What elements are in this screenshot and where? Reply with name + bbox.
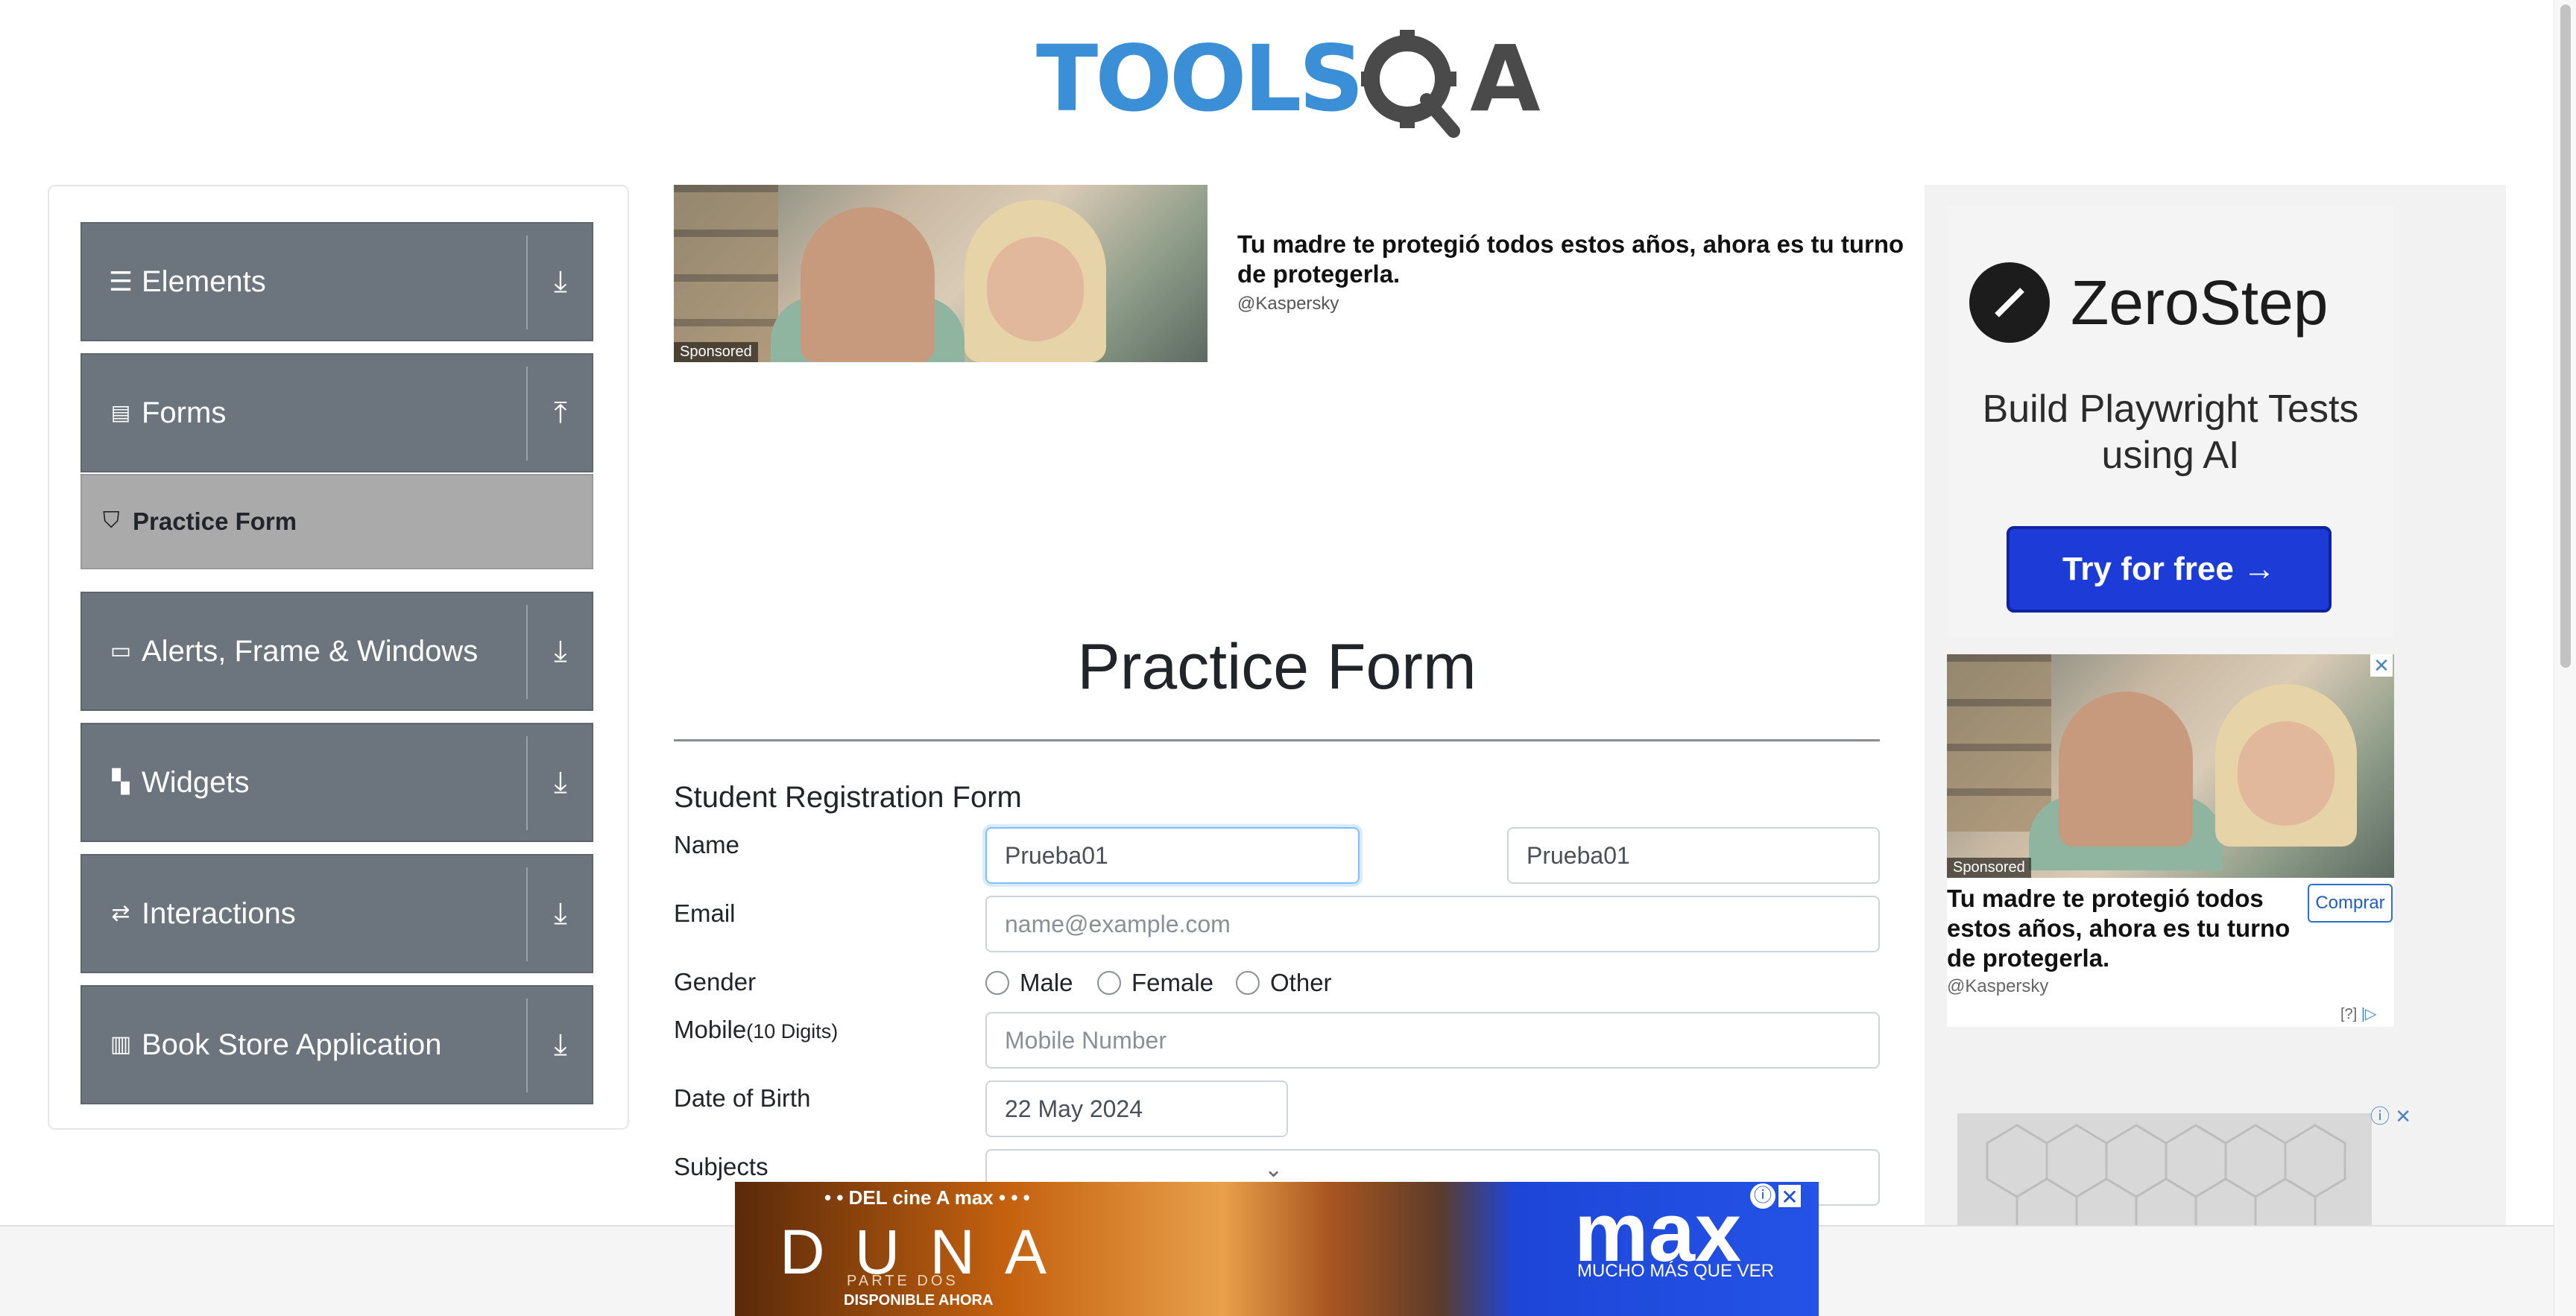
sidebar-item-label: Practice Form [133,507,297,535]
sidebar-group-alerts[interactable]: ▭ Alerts, Frame & Windows ⤓ [80,592,593,711]
download-arrow-icon[interactable]: ⤓ [538,258,583,306]
zerostep-tagline: Build Playwright Tests using AI [1982,387,2359,477]
radio-label: Female [1131,969,1214,996]
adchoices-icon: |▷ [2361,1006,2377,1022]
sidebar-group-label: Interactions [142,897,296,930]
subjects-label: Subjects [674,1153,768,1180]
document-icon: ▤ [110,401,131,424]
comprar-button[interactable]: Comprar [2308,884,2393,923]
name-label: Name [674,831,740,858]
window-icon: ▭ [110,639,132,663]
sidebar-group-forms[interactable]: ▤ Forms ⤒ [80,353,593,472]
ad-info-close-icon[interactable]: ⓘ ✕ [2370,1101,2411,1129]
download-arrow-icon[interactable]: ⤓ [538,627,583,675]
email-input[interactable]: name@example.com [985,896,1880,952]
max-tagline: MUCHO MÁS QUE VER [1577,1261,1775,1281]
adchoices-info[interactable]: [?] |▷ [2340,1005,2376,1023]
person-graphic [2059,692,2193,847]
sidebar-group-label: Widgets [142,766,250,799]
sidebar-group-book-store[interactable]: ▥ Book Store Application ⤓ [80,985,593,1104]
mobile-hint: (10 Digits) [746,1020,839,1043]
sidebar-group-widgets[interactable]: ▚ Widgets ⤓ [80,723,593,842]
email-label: Email [674,899,736,927]
books-icon: ▥ [110,1032,132,1057]
divider [526,235,528,329]
person-graphic [801,207,935,362]
form-heading: Student Registration Form [674,781,1022,814]
dob-label: Date of Birth [674,1084,811,1112]
banner-available: DISPONIBLE AHORA [844,1292,994,1309]
first-name-input[interactable]: Prueba01 [985,827,1360,884]
sidebar-group-label: Book Store Application [142,1028,442,1061]
gender-label: Gender [674,968,757,996]
banner-small-text: • • DEL cine A max • • • [824,1186,1030,1209]
side-ad-brand: @Kaspersky [1947,976,2049,996]
sponsored-tag: Sponsored [1947,858,2031,878]
last-name-input[interactable]: Prueba01 [1507,827,1880,884]
divider [526,999,528,1092]
page-title: Practice Form [1077,631,1477,703]
logo-a-text: A [1470,25,1541,132]
download-arrow-icon[interactable]: ⤓ [538,1021,583,1069]
vertical-scrollbar[interactable] [2554,0,2576,1316]
list-icon: ☰ [108,266,133,297]
zerostep-logo-icon [1969,262,2050,343]
upload-arrow-icon[interactable]: ⤒ [538,389,583,437]
ad-info-icon[interactable]: ⓘ [1750,1183,1775,1209]
radio-label: Male [1020,969,1073,996]
ad-brand: @Kaspersky [1237,294,1339,314]
zerostep-name: ZeroStep [2071,268,2329,338]
sidebar-group-label: Forms [142,396,227,429]
sponsored-ad-image[interactable]: Sponsored [674,185,1208,362]
title-divider [674,739,1880,741]
bookshelf-graphic [674,185,778,362]
radio-button[interactable] [1236,971,1260,995]
ad-title[interactable]: Tu madre te protegió todos estos años, a… [1237,230,1938,289]
gender-radio-other[interactable]: Other [1236,969,1332,997]
mobile-input[interactable]: Mobile Number [985,1012,1880,1069]
scrollbar-thumb[interactable] [2560,4,2571,668]
divider [526,736,528,830]
close-icon[interactable]: ✕ [2370,654,2393,677]
widgets-icon: ▚ [112,770,130,794]
logo-tools-text: TOOLS [1036,25,1364,132]
date-of-birth-input[interactable]: 22 May 2024 [985,1081,1288,1137]
sidebar: ☰ Elements ⤓ ▤ Forms ⤒ ⛉ Practice Form ▭… [48,185,629,1130]
sidebar-group-label: Elements [142,265,266,298]
magnifier-gear-icon [1358,27,1465,138]
download-arrow-icon[interactable]: ⤓ [538,890,583,937]
sidebar-group-interactions[interactable]: ⇄ Interactions ⤓ [80,854,593,973]
max-banner-ad[interactable]: • • DEL cine A max • • • DUNA PARTE DOS … [735,1182,1819,1316]
sidebar-group-label: Alerts, Frame & Windows [142,635,479,668]
side-ad-title[interactable]: Tu madre te protegió todos estos años, a… [1947,884,2297,973]
sidebar-item-practice-form[interactable]: ⛉ Practice Form [80,474,593,569]
sponsored-tag: Sponsored [674,342,758,362]
try-for-free-button[interactable]: Try for free → [2007,526,2332,613]
chevron-down-icon[interactable]: ⌄ [1264,1157,1283,1183]
gender-radio-female[interactable]: Female [1097,969,1213,997]
radio-label: Other [1270,969,1332,996]
side-ad-image[interactable]: Sponsored [1947,654,2394,878]
close-icon[interactable]: ✕ [1777,1183,1802,1209]
sidebar-group-elements[interactable]: ☰ Elements ⤓ [80,222,593,341]
person-graphic [987,237,1084,341]
toolsqa-logo[interactable]: TOOLS A [1036,21,1541,138]
banner-subtitle: PARTE DOS [847,1273,959,1289]
person-graphic [2238,721,2334,826]
divider [526,605,528,699]
bookshelf-graphic [1947,654,2051,832]
download-arrow-icon[interactable]: ⤓ [538,759,583,806]
gender-radio-male[interactable]: Male [985,969,1073,997]
mobile-label: Mobile(10 Digits) [674,1016,839,1043]
divider [526,367,528,461]
radio-button[interactable] [985,971,1009,995]
interactions-icon: ⇄ [111,901,130,926]
radio-button[interactable] [1097,971,1121,995]
divider [526,867,528,961]
html5-icon: ⛉ [103,508,120,533]
